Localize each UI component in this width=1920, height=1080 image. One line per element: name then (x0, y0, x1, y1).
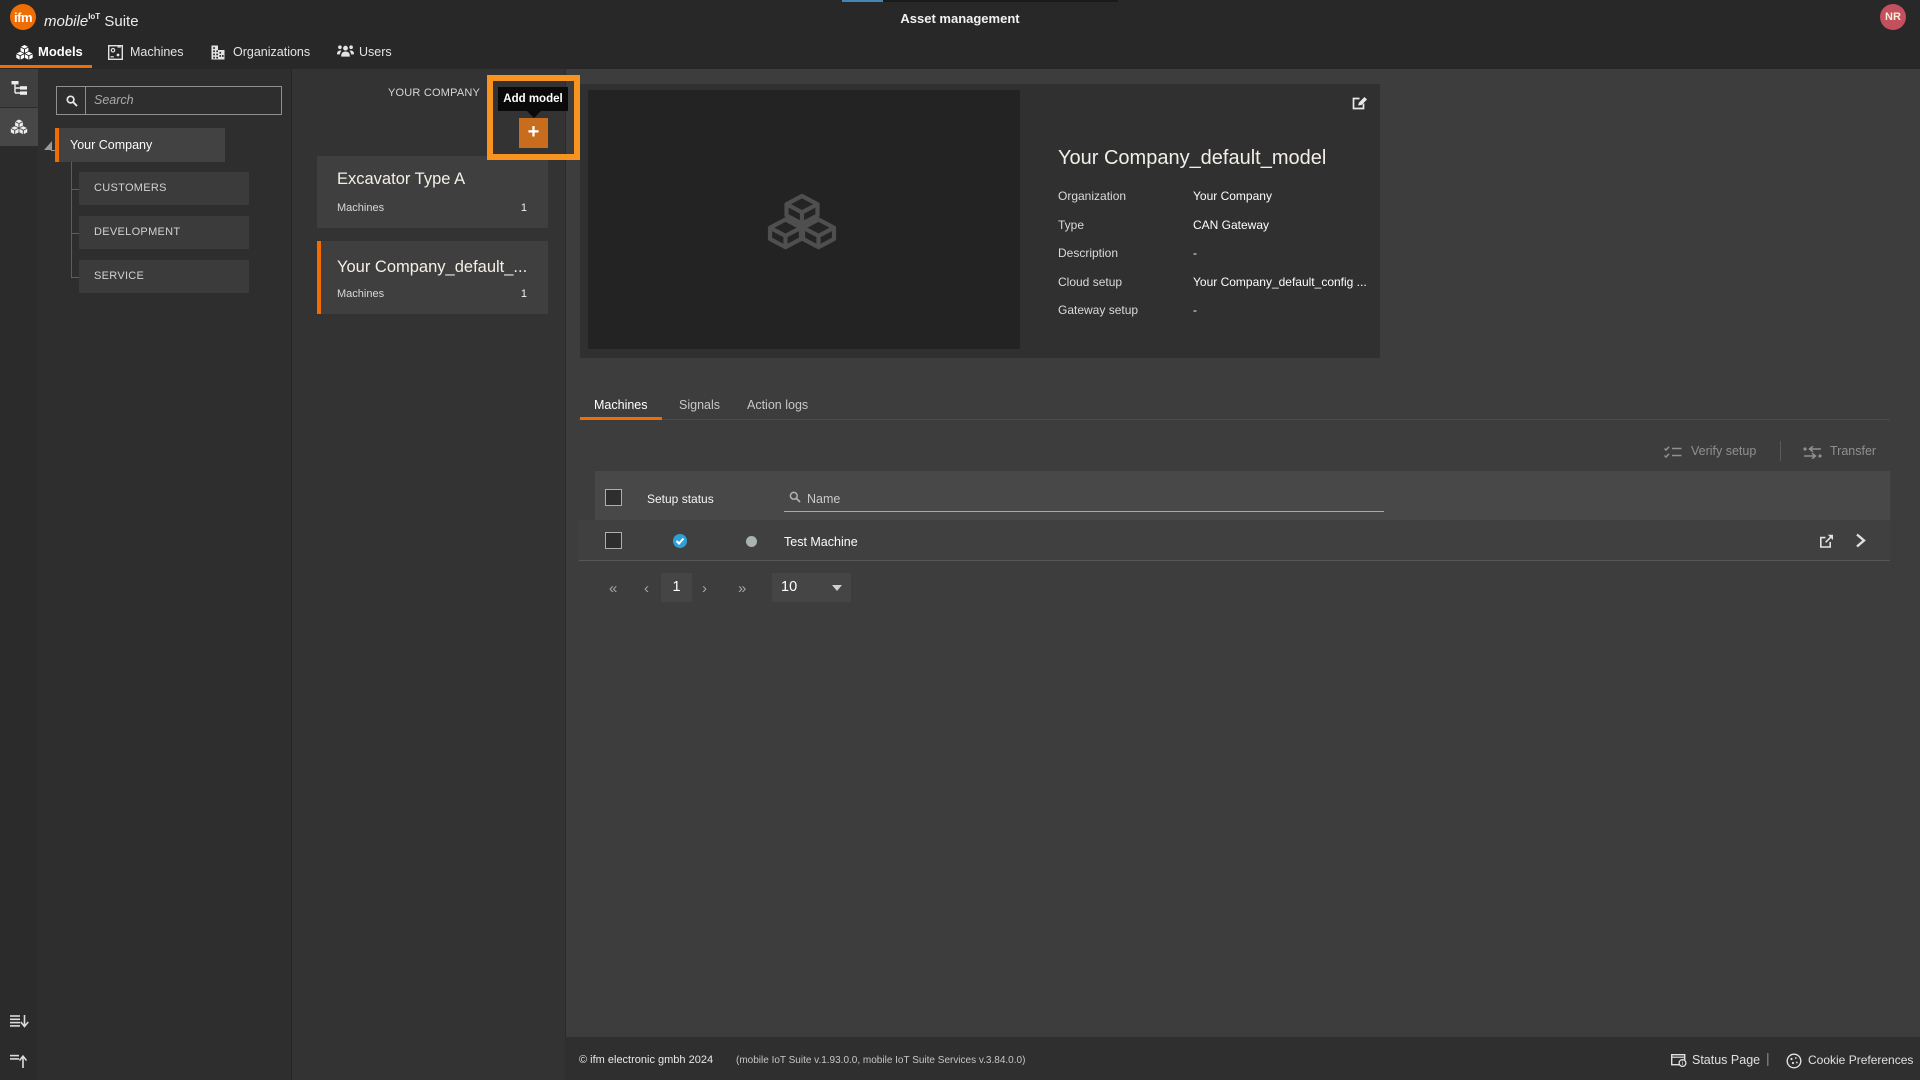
svg-text:i: i (1682, 1061, 1683, 1067)
